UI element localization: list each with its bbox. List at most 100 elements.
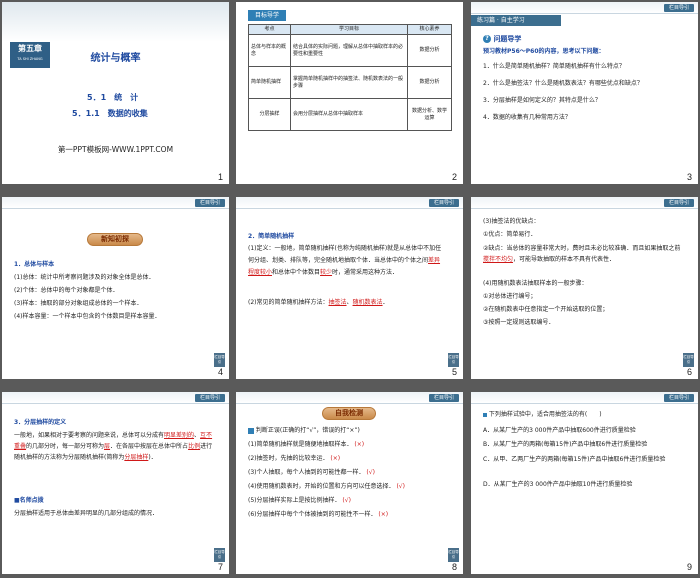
header-tag[interactable]: 栏目导引: [428, 394, 459, 402]
col-header: 考点: [248, 24, 291, 35]
section-tab: 练习篇 · 自主学习: [471, 15, 561, 26]
page-number: 7: [217, 562, 223, 572]
question: 3．分层抽样是如何定义的？其特点是什么？: [483, 97, 601, 104]
fill-blank: 明显差别的: [164, 432, 195, 439]
text-line: (4)用随机数表法抽取样本的一般步骤：: [483, 280, 588, 287]
table-cell: 分层抽样: [248, 98, 291, 131]
nav-button[interactable]: 栏目导引: [448, 548, 459, 562]
header-tag[interactable]: 栏目导引: [194, 394, 225, 402]
exercise-item: (5)分层抽样实际上是按比例抽样． (√): [248, 497, 351, 504]
slide-4[interactable]: 栏目导引 新知初探 1．总体与样本 (1)总体：统计中所考察问题涉及的对象全体是…: [2, 197, 229, 379]
page-number: 3: [686, 172, 692, 182]
page-number: 2: [451, 172, 457, 182]
table-row: 简单随机抽样 掌握简单随机抽样中的抽签法、随机数表法的一般步骤 数据分析: [248, 66, 452, 99]
text-line: ①对总体进行编号；: [483, 293, 537, 300]
slide-header: 栏目导引: [471, 2, 698, 14]
fill-blank: 随机数表法: [352, 299, 383, 306]
slide-title: 统计与概率: [90, 53, 141, 64]
table-cell: 掌握简单随机抽样中的抽签法、随机数表法的一般步骤: [290, 66, 408, 99]
table-cell: 数据分析: [407, 66, 452, 99]
section-heading: 2．简单随机抽样: [248, 233, 295, 240]
slide-6[interactable]: 栏目导引 (3)抽签法的优缺点： ①优点：简单易行． ②缺点：当总体的容量非常大…: [471, 197, 698, 379]
answer-option: C．从甲、乙两厂生产的两箱(每箱15件)产品中抽取6件进行质量检验: [483, 456, 666, 463]
pen-icon: [248, 427, 254, 434]
text-paragraph: ②缺点：当总体的容量非常大时，费时且未必比较准确．而且如果抽取之前搅拌不均匀，可…: [483, 245, 681, 263]
exercise-item: (2)抽签时，先抽的比较幸运． (×): [248, 455, 341, 462]
slide-5[interactable]: 栏目导引 2．简单随机抽样 (1)定义：一般地，简单随机抽样(也称为纯随机抽样)…: [236, 197, 463, 379]
slide-3[interactable]: 栏目导引 练习篇 · 自主学习 ? 问题导学 预习教材P56～P60的内容，思考…: [471, 2, 698, 184]
question: 1．什么是简单随机抽样？简单随机抽样有什么特点？: [483, 63, 625, 70]
section-tab: 目标导学: [248, 10, 286, 21]
nav-button[interactable]: 栏目导引: [214, 548, 225, 562]
section-title: 5．1 统 计: [87, 93, 139, 102]
slide-7[interactable]: 栏目导引 3．分层抽样的定义 一般地，如果相对于要考察的问题来说，总体可以分成有…: [2, 392, 229, 574]
objectives-table: 考点 学习目标 核心素养 总体与样本的概念 结合具体的实际问题，理解从总体中抽取…: [248, 24, 452, 131]
slide-banner: [2, 2, 229, 42]
fill-blank: 抽签法: [328, 299, 347, 306]
subsection-title: 5．1.1 数据的收集: [72, 109, 148, 118]
slide-header: 栏目导引: [471, 197, 698, 209]
exercise-prompt: 判断正误(正确的打“√”，错误的打“×”): [248, 426, 360, 435]
nav-button[interactable]: 栏目导引: [448, 353, 459, 367]
section-badge: 自我检测: [322, 407, 376, 420]
slide-header: 栏目导引: [2, 392, 229, 404]
col-header: 学习目标: [290, 24, 408, 35]
definition-line: (3)样本：抽取的部分对象组成总体的一个样本．: [14, 300, 143, 307]
page-number: 4: [217, 367, 223, 377]
col-header: 核心素养: [407, 24, 452, 35]
question-icon: ?: [483, 35, 491, 43]
table-row: 总体与样本的概念 结合具体的实际问题，理解从总体中抽取样本的必要性和重要性 数据…: [248, 34, 452, 67]
slide-header: 栏目导引: [471, 392, 698, 404]
exercise-item: (4)使用随机数表时，开始的位置和方向可以任意选择． (√): [248, 483, 405, 490]
exercise-item: (1)简单随机抽样就是随便地抽取样本． (×): [248, 441, 365, 448]
fill-blank: 比例: [188, 443, 201, 450]
answer-option: A．从某厂生产的3 000件产品中抽取600件进行质量检验: [483, 427, 636, 434]
slide-1[interactable]: 第五章 TA SHI ZHANG 统计与概率 5．1 统 计 5．1.1 数据的…: [2, 2, 229, 184]
question-prompt: 下列抽样试验中，适合用抽签法的有( ): [483, 410, 602, 419]
slide-header: 栏目导引: [2, 197, 229, 209]
header-tag[interactable]: 栏目导引: [663, 394, 694, 402]
definition-line: (4)样本容量：一个样本中包含的个体数目是样本容量．: [14, 313, 161, 320]
note-title: ■名师点拨: [14, 497, 44, 504]
table-cell: 会用分层抽样从总体中抽取样本: [290, 98, 408, 131]
subtitle: ? 问题导学: [483, 34, 521, 44]
table-row: 分层抽样 会用分层抽样从总体中抽取样本 数据分析、数学运算: [248, 98, 452, 131]
slide-header: 栏目导引: [236, 392, 463, 404]
table-header: 考点 学习目标 核心素养: [248, 24, 452, 35]
exercise-item: (6)分层抽样中每个个体被抽到的可能性不一样． (×): [248, 511, 389, 518]
section-heading: 1．总体与样本: [14, 261, 55, 268]
definition-paragraph: 一般地，如果相对于要考察的问题来说，总体可以分成有明显差别的、互不重叠的几部分时…: [14, 432, 213, 461]
table-cell: 总体与样本的概念: [248, 34, 291, 67]
table-cell: 数据分析、数学运算: [407, 98, 452, 131]
header-tag[interactable]: 栏目导引: [194, 199, 225, 207]
header-tag[interactable]: 栏目导引: [428, 199, 459, 207]
answer-option: D．从某厂生产的3 000件产品中抽取10件进行质量检验: [483, 481, 633, 488]
question: 2．什么是抽签法？什么是随机数表法？有哪些优点和缺点？: [483, 80, 643, 87]
header-tag[interactable]: 栏目导引: [663, 199, 694, 207]
definition-paragraph: (1)定义：一般地，简单随机抽样(也称为纯随机抽样)就是从总体中不加任何分组、划…: [248, 245, 442, 276]
fill-blank: 搅拌不均匀: [483, 256, 514, 263]
text-line: ①优点：简单易行．: [483, 231, 537, 238]
page-number: 9: [686, 562, 692, 572]
section-badge: 新知初探: [87, 233, 143, 246]
bullet-icon: [483, 412, 487, 417]
section-heading: 3．分层抽样的定义: [14, 419, 67, 426]
table-cell: 简单随机抽样: [248, 66, 291, 99]
nav-button[interactable]: 栏目导引: [683, 353, 694, 367]
slide-footer: 第一PPT模板网-WWW.1PPT.COM: [57, 145, 174, 154]
fill-blank: 较少: [320, 269, 333, 276]
nav-button[interactable]: 栏目导引: [214, 353, 225, 367]
definition-line: (2)个体：总体中的每个对象都是个体．: [14, 287, 119, 294]
question: 4．数据的收集有几种常用方法？: [483, 114, 571, 121]
table-cell: 结合具体的实际问题，理解从总体中抽取样本的必要性和重要性: [290, 34, 408, 67]
slide-8[interactable]: 栏目导引 自我检测 判断正误(正确的打“√”，错误的打“×”) (1)简单随机抽…: [236, 392, 463, 574]
methods-line: (2)常见的简单随机抽样方法：抽签法、随机数表法．: [248, 299, 389, 306]
page-number: 6: [686, 367, 692, 377]
intro-text: 预习教材P56～P60的内容，思考以下问题：: [483, 48, 605, 55]
header-tag[interactable]: 栏目导引: [663, 4, 694, 12]
answer-option: B．从某厂生产的两箱(每箱15件)产品中抽取6件进行质量检验: [483, 441, 648, 448]
slide-9[interactable]: 栏目导引 下列抽样试验中，适合用抽签法的有( ) A．从某厂生产的3 000件产…: [471, 392, 698, 574]
page-number: 8: [451, 562, 457, 572]
slide-2[interactable]: 目标导学 考点 学习目标 核心素养 总体与样本的概念 结合具体的实际问题，理解从…: [236, 2, 463, 184]
definition-line: (1)总体：统计中所考察问题涉及的对象全体是总体．: [14, 274, 155, 281]
